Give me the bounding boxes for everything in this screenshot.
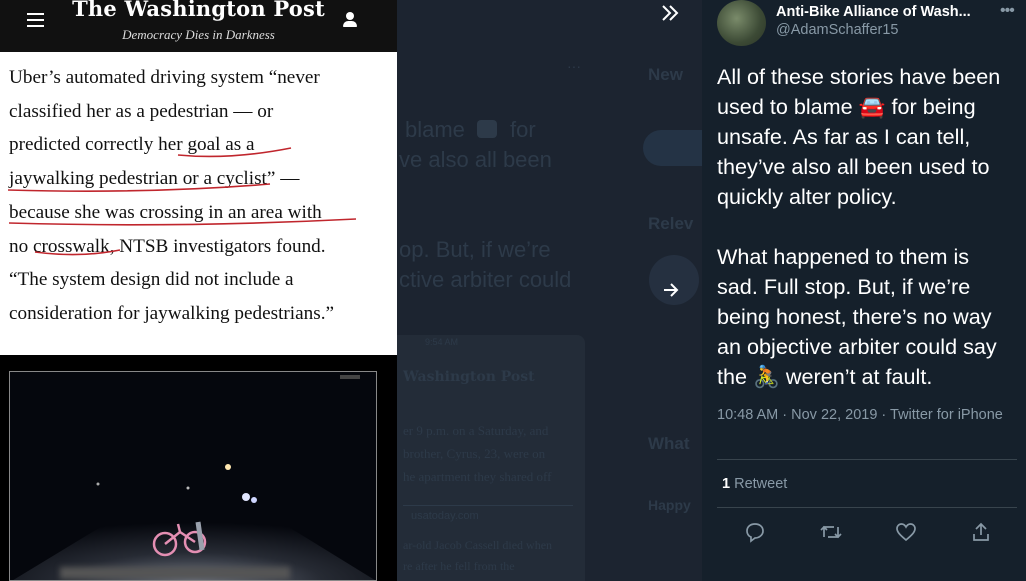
ghost-text: Relev [648,214,694,233]
tweet-timestamp[interactable]: 10:48 AM · Nov 22, 2019 · Twitter for iP… [717,406,1007,425]
ghost-text: op. But, if we’re [399,237,551,262]
more-options-icon[interactable]: ••• [1000,2,1015,20]
car-emoji: 🚘 [858,94,886,119]
article-quote: Uber’s automated driving system “never c… [0,52,397,355]
ghost-text: ve also all been [399,147,552,172]
ghost-text: What [648,434,690,453]
tweet-actions [702,521,1026,547]
author-name[interactable]: Anti-Bike Alliance of Wash... [776,4,971,20]
author-handle[interactable]: @AdamSchaffer15 [776,22,898,38]
tweet-text: All of these stories have been used to b… [717,62,1022,392]
arrow-right-icon[interactable] [661,280,681,306]
double-chevron-right-icon[interactable] [659,2,681,30]
ghost-text: for [510,117,536,142]
dimmed-backdrop: blame for ve also all been op. But, if w… [397,0,702,581]
ghost-text: Happy [648,497,691,513]
tweet-detail-panel: Anti-Bike Alliance of Wash... @AdamSchaf… [702,0,1026,581]
tweet-media-image: The Washington Post Democracy Dies in Da… [0,0,397,581]
dashcam-video-still [9,371,377,581]
user-icon [343,12,357,28]
like-heart-icon[interactable] [895,521,921,547]
bicyclist-emoji: 🚴 [753,364,780,389]
retweet-count[interactable]: 1 Retweet [722,476,787,492]
reply-icon[interactable] [744,521,770,547]
ghost-car-icon [477,120,497,138]
wp-tagline: Democracy Dies in Darkness [122,27,275,42]
avatar[interactable] [717,0,766,46]
ghost-phone-screenshot: 9:54 AM Washington Post er 9 p.m. on a S… [397,335,585,581]
divider [717,507,1017,508]
divider [717,459,1017,460]
ghost-text: blame [405,117,465,142]
share-icon[interactable] [970,521,996,547]
retweet-icon[interactable] [819,521,845,547]
ghost-text: New [648,65,683,84]
ghost-text: ctive arbiter could [399,267,572,292]
quote-text: Uber’s automated driving system “never c… [9,67,335,324]
wp-masthead: The Washington Post [72,0,325,21]
wp-header: The Washington Post Democracy Dies in Da… [0,0,397,52]
